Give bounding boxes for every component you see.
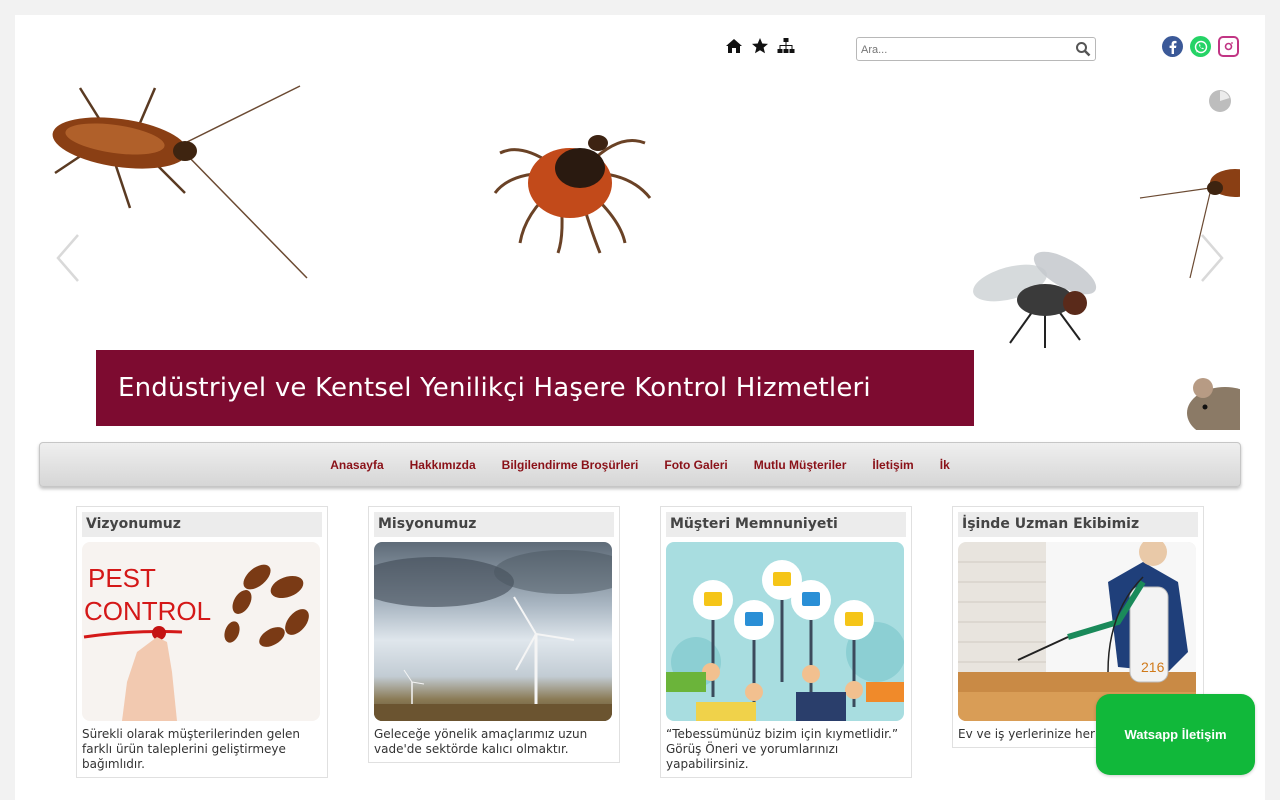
search-icon[interactable] — [1075, 41, 1091, 57]
nav-item-iletisim[interactable]: İletişim — [859, 458, 926, 472]
main-navigation: Anasayfa Hakkımızda Bilgilendirme Broşür… — [39, 442, 1241, 487]
card-title: İşinde Uzman Ekibimiz — [958, 512, 1198, 537]
card-title: Misyonumuz — [374, 512, 614, 537]
search-input[interactable] — [857, 39, 1069, 61]
wind-turbine-image[interactable] — [374, 542, 612, 721]
fly-image — [973, 251, 1097, 348]
nav-item-ik[interactable]: İk — [927, 458, 963, 472]
whatsapp-icon[interactable] — [1190, 36, 1211, 57]
cockroach-image — [52, 85, 308, 279]
card-text: “Tebessümünüz bizim için kıymetlidir.” G… — [666, 727, 899, 771]
slider-banner: Endüstriyel ve Kentsel Yenilikçi Haşere … — [96, 350, 974, 426]
nav-item-brosurler[interactable]: Bilgilendirme Broşürleri — [489, 458, 652, 472]
page: Endüstriyel ve Kentsel Yenilikçi Haşere … — [15, 15, 1265, 800]
thumbs-up-image[interactable] — [666, 542, 904, 721]
facebook-icon[interactable] — [1162, 36, 1183, 57]
nav-item-anasayfa[interactable]: Anasayfa — [317, 458, 396, 472]
image-slider[interactable]: Endüstriyel ve Kentsel Yenilikçi Haşere … — [40, 83, 1240, 430]
card-vizyonumuz: Vizyonumuz PEST CONTROL Sürekli olarak m… — [76, 506, 328, 778]
card-text: Sürekli olarak müşterilerinden gelen far… — [82, 727, 301, 771]
svg-text:216: 216 — [1141, 659, 1165, 675]
card-musteri-memnuniyeti: Müşteri Memnuniyeti “Tebessümünüz bizim … — [660, 506, 912, 778]
nav-item-mutlu-musteriler[interactable]: Mutlu Müşteriler — [741, 458, 860, 472]
image-text-pest: PEST — [88, 563, 156, 593]
slider-timer-icon[interactable] — [1208, 89, 1232, 113]
nav-item-foto-galeri[interactable]: Foto Galeri — [651, 458, 740, 472]
whatsapp-contact-button[interactable]: Watsapp İletişim — [1096, 694, 1255, 775]
pest-control-image[interactable]: PEST CONTROL — [82, 542, 320, 721]
card-misyonumuz: Misyonumuz Geleceğe yönelik amaçlarımız … — [368, 506, 620, 763]
whatsapp-button-label: Watsapp İletişim — [1124, 727, 1227, 742]
card-text: Geleceğe yönelik amaçlarımız uzun vade'd… — [374, 727, 588, 756]
sitemap-icon[interactable] — [777, 37, 795, 55]
instagram-icon[interactable] — [1218, 36, 1239, 57]
slider-next-arrow[interactable] — [1196, 233, 1226, 283]
image-text-control: CONTROL — [84, 596, 211, 626]
nav-item-hakkimizda[interactable]: Hakkımızda — [397, 458, 489, 472]
banner-text: Endüstriyel ve Kentsel Yenilikçi Haşere … — [118, 373, 871, 403]
slider-prev-arrow[interactable] — [54, 233, 84, 283]
top-icons — [725, 37, 795, 55]
home-icon[interactable] — [725, 37, 743, 55]
card-title: Vizyonumuz — [82, 512, 322, 537]
social-links — [1162, 36, 1239, 57]
card-title: Müşteri Memnuniyeti — [666, 512, 906, 537]
tick-image — [493, 135, 652, 254]
search-box — [856, 37, 1096, 61]
star-icon[interactable] — [751, 37, 769, 55]
mouse-image — [1187, 378, 1240, 430]
